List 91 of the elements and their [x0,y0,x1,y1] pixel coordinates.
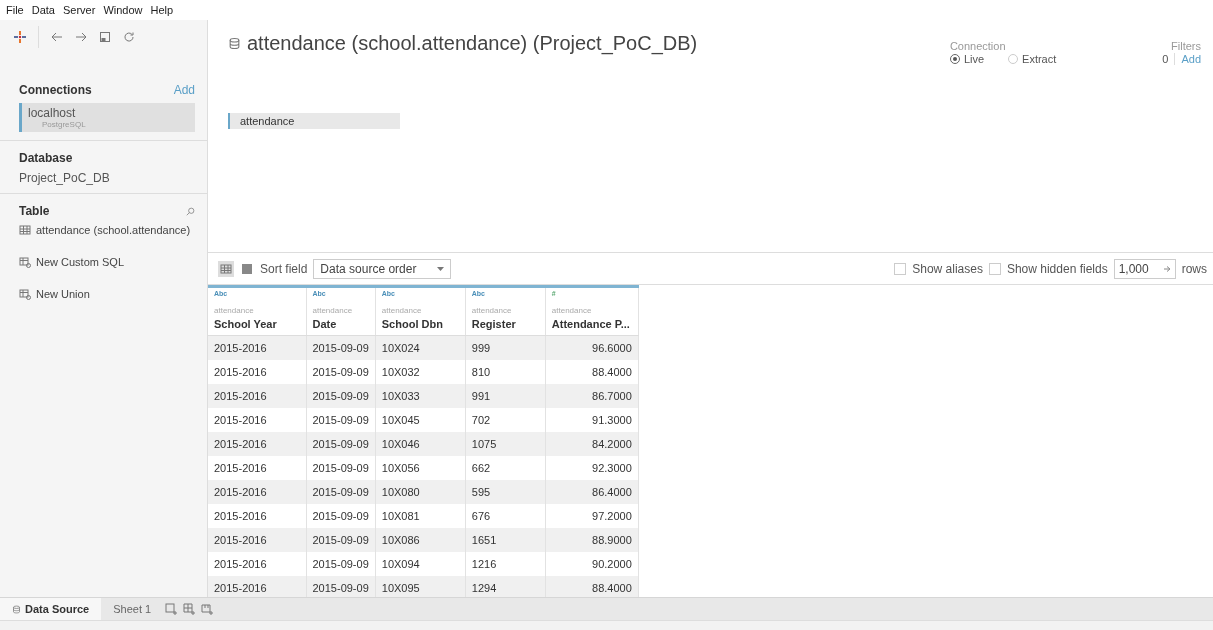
section-title: Table [19,204,50,218]
table-cell: 91.3000 [545,407,639,432]
refresh-icon[interactable] [123,30,135,43]
table-cell: 2015-2016 [208,383,306,408]
column-name: Attendance P... [551,318,630,330]
table-cell: 97.2000 [545,503,639,528]
checkbox-label: Show aliases [912,261,983,276]
sheet-tab[interactable]: Sheet 1 [101,598,164,620]
connection-item[interactable]: localhost PostgreSQL [19,103,195,132]
table-cell: 10X032 [375,359,466,384]
section-title: Connections [19,83,92,97]
column-source: attendance [551,306,592,315]
search-icon[interactable] [186,206,195,216]
table-icon [19,224,31,236]
database-icon [12,604,21,614]
logo-icon[interactable] [14,30,26,43]
table-cell: 10X024 [375,335,466,360]
table-cell: 10X046 [375,431,466,456]
caret-icon[interactable] [437,266,445,271]
rows-label: rows [1181,261,1207,276]
menu-item[interactable]: Data [31,4,55,16]
table-cell: 84.2000 [545,431,639,456]
table-cell: 2015-2016 [208,551,306,576]
table-add-icon [19,256,31,268]
table-cell: 2015-2016 [208,407,306,432]
filter-count: 0 [1162,53,1169,65]
filters-label: Filters [1171,40,1201,52]
table-cell: 2015-2016 [208,455,306,480]
menu-item[interactable]: File [6,4,24,16]
database-icon [228,37,241,50]
sort-label: Sort field [260,261,308,276]
arrow-icon[interactable] [1163,265,1171,272]
database-name[interactable]: Project_PoC_DB [19,171,201,185]
save-icon[interactable] [99,30,111,43]
menu-item[interactable]: Window [103,4,143,16]
table-cell: 86.7000 [545,383,639,408]
table-cell: 2015-2016 [208,359,306,384]
checkbox[interactable] [988,262,1001,275]
table-cell: 86.4000 [545,479,639,504]
table-cell: 2015-2016 [208,527,306,552]
back-arrow-icon[interactable] [51,30,63,43]
table-cell: 2015-2016 [208,479,306,504]
table-cell: 10X094 [375,551,466,576]
table-list-item[interactable]: New Custom SQL [19,256,201,268]
rows-field[interactable]: 1,000 [1113,258,1176,279]
table-cell: 10X056 [375,455,466,480]
table-cell: 92.3000 [545,455,639,480]
table-cell: 10X086 [375,527,466,552]
table-cell: 90.2000 [545,551,639,576]
table-cell: 10X045 [375,407,466,432]
new-sheet-icon[interactable] [165,603,178,615]
column-name: Date [312,318,337,330]
table-cell: 10X080 [375,479,466,504]
connection-name: localhost [28,106,77,120]
table-cell: 10X033 [375,383,466,408]
table-cell: 2015-2016 [208,575,306,597]
table-list-item[interactable]: attendance (school.attendance) [19,224,201,236]
table-add-icon [19,288,31,300]
column-name: School Dbn [381,318,443,330]
table-cell: 2015-2016 [208,503,306,528]
column-source: attendance [471,306,512,315]
column-name: Register [471,318,516,330]
menu-item[interactable]: Help [150,4,174,16]
column-source: attendance [312,306,353,315]
column-name: School Year [214,318,277,330]
checkbox-label: Show hidden fields [1006,261,1108,276]
sheet-tab[interactable]: Data Source [0,598,102,620]
connection-type: PostgreSQL [41,120,87,129]
forward-arrow-icon[interactable] [75,30,87,43]
new-dashboard-icon[interactable] [183,603,196,615]
section-title: Database [19,151,74,165]
canvas-table[interactable]: attendance [228,113,400,129]
radio-option[interactable]: Live [949,53,985,65]
checkbox[interactable] [894,262,907,275]
table-cell: 2015-2016 [208,431,306,456]
grid-view-icon[interactable] [218,260,234,277]
column-source: attendance [381,306,422,315]
table-cell: 2015-2016 [208,335,306,360]
menu-item[interactable]: Server [63,4,96,16]
sort-dropdown[interactable]: Data source order [313,258,452,279]
radio-option[interactable]: Extract [1008,53,1057,65]
list-view-icon[interactable] [240,261,254,276]
data-source-title[interactable]: attendance (school.attendance) (Project_PoC_DB) [247,32,698,55]
table-cell: 96.6000 [545,335,639,360]
column-source: attendance [214,306,254,315]
table-cell: 88.4000 [545,359,639,384]
table-cell: 88.9000 [545,527,639,552]
table-cell: 10X081 [375,503,466,528]
connection-label: Connection [949,40,1007,52]
table-list-item[interactable]: New Union [19,288,201,300]
new-story-icon[interactable] [201,603,214,615]
